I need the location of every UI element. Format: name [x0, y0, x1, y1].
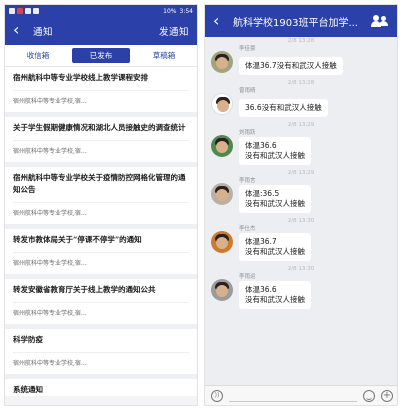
chat-message: 李雨运 体温36.6 没有和武汉人接触: [211, 273, 391, 309]
list-item[interactable]: 宿州航科中等专业学校线上教学课程安排 宿州航科中等专业学校,宿…: [5, 67, 197, 117]
sender-name: 刘雨跃: [239, 130, 256, 136]
avatar[interactable]: [211, 135, 233, 157]
notice-recipients: 宿州航科中等专业学校,宿…: [13, 90, 189, 112]
notification-icons: [9, 8, 39, 14]
message-timestamp: 2/8 13:29: [287, 122, 315, 128]
message-text: 体温:36.5: [245, 189, 280, 198]
notice-navbar: ‹ 通知 发通知: [5, 17, 197, 45]
avatar[interactable]: [211, 279, 233, 301]
notice-recipients: 宿州航科中等专业学校,宿…: [13, 252, 189, 274]
list-item[interactable]: 宿州航科中等专业学校关于疫情防控网格化管理的通知公告 宿州航科中等专业学校,宿…: [5, 167, 197, 229]
status-time: 3:54: [179, 7, 193, 15]
app-icon: [17, 8, 23, 14]
notice-title: 转发安徽省教育厅关于线上教学的通知公共: [13, 285, 156, 294]
group-members-icon[interactable]: [371, 14, 389, 28]
avatar[interactable]: [211, 183, 233, 205]
notice-title: 科学防疫: [13, 335, 43, 344]
page-title: 通知: [33, 27, 54, 38]
chat-messages: 2/8 13:28 李佳豪 体温36.7没有和武汉人接触 2/8 13:28 曾…: [205, 37, 397, 309]
notice-title: 宿州航科中等专业学校关于疫情防控网格化管理的通知公告: [13, 173, 186, 194]
message-timestamp: 2/8 13:29: [287, 170, 315, 176]
chat-message: 李雨言 体温:36.5 没有和武汉人接触: [211, 177, 391, 213]
notice-tabs: 收信箱 已发布 草稿箱: [5, 45, 197, 67]
emoji-icon[interactable]: [363, 389, 375, 402]
message-text: 体温36.7: [245, 237, 277, 246]
message-text: 没有和武汉人接触: [245, 247, 305, 256]
message-text: 体温36.6: [245, 141, 277, 150]
chat-input-bar: )) +: [205, 385, 397, 405]
back-arrow-icon[interactable]: ‹: [213, 11, 227, 30]
notice-list: 宿州航科中等专业学校线上教学课程安排 宿州航科中等专业学校,宿… 关于学生假期健…: [5, 67, 197, 396]
message-bubble[interactable]: 体温:36.5 没有和武汉人接触: [239, 185, 311, 213]
list-item[interactable]: 转发市教体局关于“停课不停学”的通知 宿州航科中等专业学校,宿…: [5, 229, 197, 279]
message-bubble[interactable]: 体温36.6 没有和武汉人接触: [239, 137, 311, 165]
back-arrow-icon[interactable]: ‹: [13, 22, 27, 38]
message-timestamp: 2/8 13:28: [287, 80, 315, 86]
chat-message: 曾雨晴 36.6没有和武汉人接触: [211, 87, 391, 117]
battery-level: 10%: [163, 7, 177, 15]
notice-title: 系统通知: [13, 385, 43, 394]
status-bar: 10% 3:54: [5, 5, 197, 17]
message-bubble[interactable]: 体温36.7 没有和武汉人接触: [239, 233, 311, 261]
notice-title: 宿州航科中等专业学校线上教学课程安排: [13, 73, 148, 82]
plus-icon[interactable]: +: [381, 389, 393, 402]
message-text: 没有和武汉人接触: [245, 199, 305, 208]
notice-title: 转发市教体局关于“停课不停学”的通知: [13, 235, 142, 244]
message-bubble[interactable]: 体温36.7没有和武汉人接触: [239, 57, 343, 75]
chat-message: 刘雨跃 体温36.6 没有和武汉人接触: [211, 129, 391, 165]
message-timestamp: 2/8 13:30: [287, 218, 315, 224]
avatar[interactable]: [211, 93, 233, 115]
tab-drafts[interactable]: 草稿箱: [135, 48, 193, 63]
chat-message: 李仕杰 体温36.7 没有和武汉人接触: [211, 225, 391, 261]
message-input[interactable]: [229, 389, 357, 402]
sender-name: 曾雨晴: [239, 88, 256, 94]
send-notice-button[interactable]: 发通知: [159, 24, 189, 38]
message-text: 体温36.6: [245, 285, 277, 294]
app-icon: [33, 8, 39, 14]
message-text: 36.6没有和武汉人接触: [245, 103, 322, 112]
notice-recipients: 宿州航科中等专业学校,宿…: [13, 352, 189, 374]
group-chat-panel: ‹ 航科学校1903班平台加学... 2/8 13:28 李佳豪 体温36.7没…: [204, 4, 398, 406]
message-text: 体温36.7没有和武汉人接触: [245, 61, 337, 70]
notice-recipients: 宿州航科中等专业学校,宿…: [13, 202, 189, 224]
message-text: 没有和武汉人接触: [245, 151, 305, 160]
voice-icon[interactable]: )): [211, 389, 223, 402]
notice-panel: 10% 3:54 ‹ 通知 发通知 收信箱 已发布 草稿箱 宿州航科中等专业学校…: [4, 4, 198, 406]
list-item[interactable]: 关于学生假期健康情况和湖北人员接触史的调查统计 宿州航科中等专业学校,宿…: [5, 117, 197, 167]
avatar[interactable]: [211, 231, 233, 253]
sender-name: 李佳豪: [239, 46, 256, 52]
list-item[interactable]: 科学防疫 宿州航科中等专业学校,宿…: [5, 329, 197, 379]
chat-message: 李佳豪 体温36.7没有和武汉人接触: [211, 45, 391, 75]
chat-title: 航科学校1903班平台加学...: [233, 17, 358, 29]
tab-published[interactable]: 已发布: [72, 48, 130, 63]
sender-name: 李雨言: [239, 178, 256, 184]
list-item[interactable]: 转发安徽省教育厅关于线上教学的通知公共 宿州航科中等专业学校,宿…: [5, 279, 197, 329]
message-timestamp: 2/8 13:30: [287, 266, 315, 272]
message-bubble[interactable]: 36.6没有和武汉人接触: [239, 99, 328, 117]
sender-name: 李雨运: [239, 274, 256, 280]
avatar[interactable]: [211, 51, 233, 73]
app-icon: [9, 8, 15, 14]
sender-name: 李仕杰: [239, 226, 256, 232]
message-bubble[interactable]: 体温36.6 没有和武汉人接触: [239, 281, 311, 309]
tab-inbox[interactable]: 收信箱: [9, 48, 67, 63]
notice-recipients: 宿州航科中等专业学校,宿…: [13, 140, 189, 162]
notice-recipients: 宿州航科中等专业学校,宿…: [13, 302, 189, 324]
app-icon: [25, 8, 31, 14]
notice-title: 关于学生假期健康情况和湖北人员接触史的调查统计: [13, 123, 186, 132]
list-item[interactable]: 系统通知: [5, 379, 197, 396]
message-timestamp: 2/8 13:28: [287, 38, 315, 44]
chat-navbar: ‹ 航科学校1903班平台加学...: [205, 5, 397, 37]
message-text: 没有和武汉人接触: [245, 295, 305, 304]
